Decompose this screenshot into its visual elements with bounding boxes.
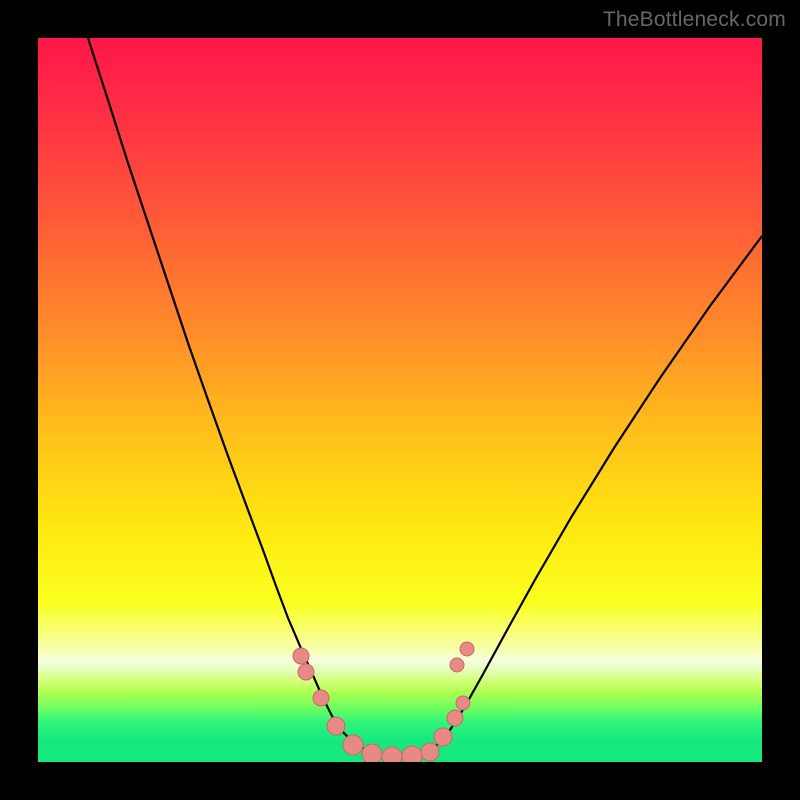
data-point-markers (38, 38, 762, 762)
data-point (460, 642, 474, 656)
data-point (343, 735, 363, 755)
plot-area (38, 38, 762, 762)
data-point (456, 696, 470, 710)
data-point (402, 746, 422, 762)
watermark-text: TheBottleneck.com (603, 8, 786, 32)
data-point (293, 648, 309, 664)
data-point (298, 664, 314, 680)
data-point (421, 743, 439, 761)
data-point (447, 710, 463, 726)
data-point (382, 747, 402, 762)
data-point (434, 728, 452, 746)
data-point (313, 690, 329, 706)
data-point (450, 658, 464, 672)
data-point (327, 717, 345, 735)
chart-frame: TheBottleneck.com (0, 0, 800, 800)
data-point (362, 744, 382, 762)
